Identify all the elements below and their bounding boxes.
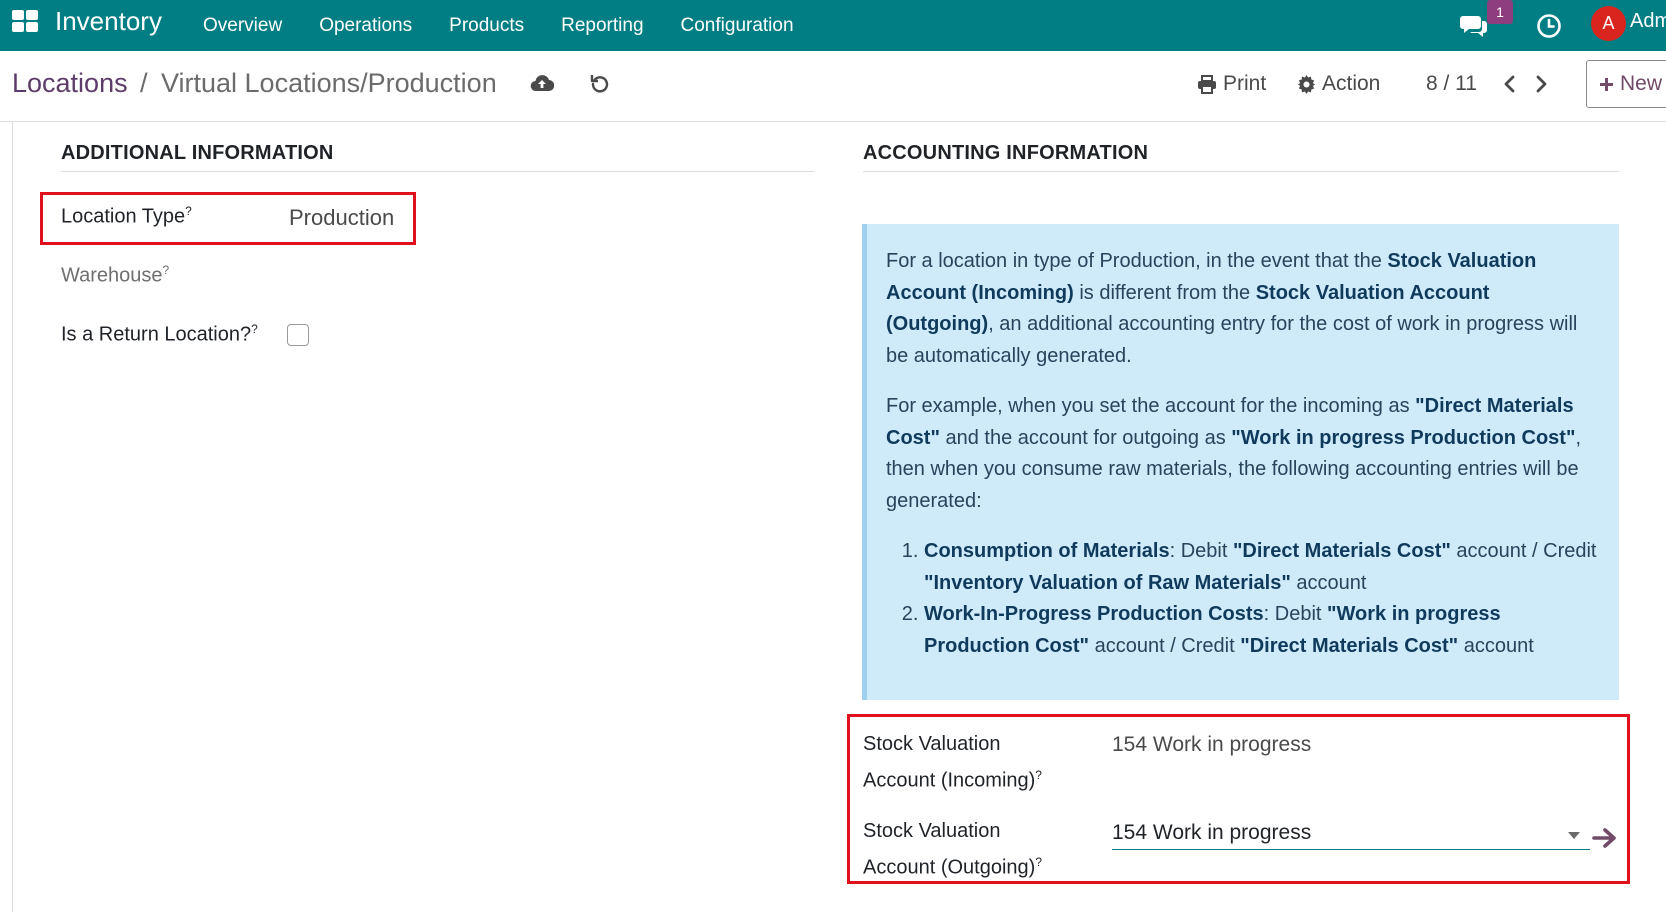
menu-item-products[interactable]: Products [449, 15, 524, 37]
return-location-label: Is a Return Location?? [61, 322, 258, 346]
pager-next-icon[interactable] [1535, 75, 1549, 98]
outgoing-account-label: Stock Valuation Account (Outgoing)? [863, 820, 1043, 879]
print-button[interactable]: Print [1197, 72, 1266, 96]
chat-badge: 1 [1487, 0, 1513, 24]
main-menu: Overview Operations Products Reporting C… [203, 0, 831, 51]
print-icon [1198, 74, 1216, 94]
sheet-left-border [12, 122, 13, 912]
breadcrumb-locations[interactable]: Locations [12, 68, 128, 99]
dropdown-caret-icon[interactable] [1568, 832, 1580, 839]
menu-item-configuration[interactable]: Configuration [681, 15, 794, 37]
breadcrumb-current: Virtual Locations/Production [161, 68, 497, 98]
accounting-info-divider [863, 171, 1619, 172]
pager-previous-icon[interactable] [1502, 75, 1516, 98]
accounting-info-alert: For a location in type of Production, in… [862, 224, 1619, 700]
location-type-field[interactable]: Production [289, 205, 394, 231]
info-paragraph-1: For a location in type of Production, in… [886, 250, 1578, 367]
internal-link-arrow-icon[interactable] [1592, 826, 1618, 855]
incoming-account-field[interactable]: 154 Work in progress [1112, 733, 1311, 757]
additional-info-title: ADDITIONAL INFORMATION [61, 142, 334, 164]
control-panel: Locations / Virtual Locations/Production… [0, 51, 1666, 122]
return-location-checkbox[interactable] [287, 324, 309, 346]
apps-grid-icon[interactable] [12, 10, 38, 32]
new-label: New [1620, 72, 1663, 95]
user-avatar[interactable]: A [1591, 6, 1626, 41]
info-entry-list: Consumption of Materials: Debit "Direct … [886, 536, 1599, 662]
menu-item-overview[interactable]: Overview [203, 15, 282, 37]
info-entry-wip: Work-In-Progress Production Costs: Debit… [924, 599, 1599, 662]
breadcrumb-separator: / [140, 68, 148, 98]
info-paragraph-2: For example, when you set the account fo… [886, 395, 1582, 512]
pager-value[interactable]: 8 / 11 [1426, 72, 1477, 96]
action-label: Action [1322, 72, 1381, 95]
menu-item-operations[interactable]: Operations [319, 15, 412, 37]
user-name[interactable]: Adm [1630, 10, 1666, 33]
accounting-info-title: ACCOUNTING INFORMATION [863, 142, 1149, 164]
new-button[interactable]: New [1586, 60, 1666, 108]
outgoing-account-input[interactable]: 154 Work in progress [1112, 818, 1590, 850]
print-label: Print [1223, 72, 1267, 95]
additional-info-divider [61, 171, 814, 172]
clock-icon[interactable] [1536, 0, 1562, 51]
cloud-upload-icon[interactable] [530, 73, 555, 98]
discard-icon[interactable] [590, 73, 610, 98]
plus-icon [1600, 77, 1613, 91]
info-entry-consumption: Consumption of Materials: Debit "Direct … [924, 536, 1599, 599]
warehouse-label: Warehouse? [61, 263, 170, 287]
incoming-account-label: Stock Valuation Account (Incoming)? [863, 733, 1042, 792]
app-title[interactable]: Inventory [55, 6, 162, 37]
location-type-label: Location Type? [61, 204, 192, 228]
action-button[interactable]: Action [1297, 72, 1380, 96]
gear-icon [1297, 74, 1316, 94]
menu-item-reporting[interactable]: Reporting [561, 15, 643, 37]
top-navbar: Inventory Overview Operations Products R… [0, 0, 1666, 51]
chat-icon[interactable] [1460, 0, 1488, 51]
